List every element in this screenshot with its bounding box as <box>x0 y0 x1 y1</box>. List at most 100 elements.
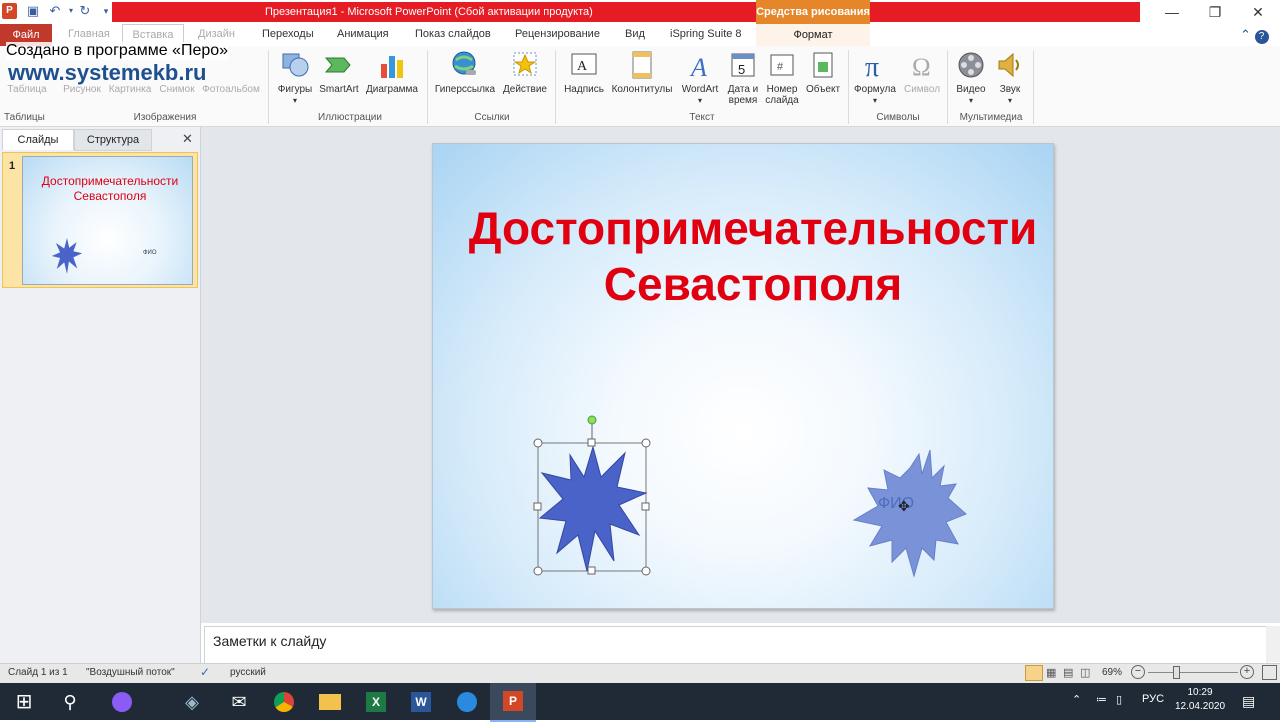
smartart-button[interactable]: SmartArt <box>318 50 360 95</box>
zoom-level[interactable]: 69% <box>1102 667 1122 678</box>
chart-icon <box>381 56 403 78</box>
slide-thumbnail-title: Достопримечательности Севастополя <box>41 174 179 203</box>
language-indicator[interactable]: РУС <box>1142 693 1164 705</box>
watermark-line2: www.systemekb.ru <box>8 60 207 85</box>
svg-text:π: π <box>865 52 879 80</box>
spellcheck-icon[interactable]: ✓ <box>200 665 210 679</box>
group-separator <box>268 50 269 124</box>
selected-star-shape[interactable] <box>530 413 654 578</box>
vpn-app-icon[interactable]: ◈ <box>178 688 206 716</box>
tab-ispring[interactable]: iSpring Suite 8 <box>670 28 742 40</box>
headerfooter-button[interactable]: Колонтитулы <box>608 50 676 95</box>
undo-icon[interactable]: ↶ <box>47 3 63 19</box>
object-button[interactable]: Объект <box>802 50 844 95</box>
search-icon[interactable]: ⚲ <box>56 688 84 716</box>
slide-thumbnail-number: 1 <box>9 160 16 172</box>
hyperlink-globe-icon <box>452 51 476 75</box>
film-reel-icon <box>958 52 984 78</box>
zoom-in-icon[interactable]: + <box>1240 665 1254 679</box>
save-icon[interactable]: ▣ <box>25 3 41 19</box>
tab-view[interactable]: Вид <box>625 28 645 40</box>
textbox-button[interactable]: A Надпись <box>560 50 608 95</box>
group-label-links: Ссылки <box>474 112 510 123</box>
wordart-button[interactable]: A WordArt ▾ <box>676 50 724 106</box>
slide-title[interactable]: Достопримечательности Севастополя <box>433 200 1073 312</box>
object-icon <box>813 52 833 78</box>
redo-icon[interactable]: ↻ <box>77 3 93 19</box>
group-label-images: Изображения <box>133 112 197 123</box>
tab-design[interactable]: Дизайн <box>198 28 235 40</box>
tab-transitions[interactable]: Переходы <box>262 28 314 40</box>
group-label-symbols: Символы <box>876 112 920 123</box>
minimize-button[interactable]: — <box>1152 3 1192 21</box>
zoom-out-icon[interactable]: − <box>1131 665 1145 679</box>
hyperlink-button[interactable]: Гиперссылка <box>432 50 498 95</box>
group-separator <box>555 50 556 124</box>
reading-view-icon[interactable]: ▤ <box>1063 666 1073 679</box>
notes-pane[interactable] <box>204 626 1268 664</box>
status-language[interactable]: русский <box>230 667 266 678</box>
clock-date: 12.04.2020 <box>1174 701 1226 712</box>
file-explorer-icon[interactable] <box>316 688 344 716</box>
slide-title-line2: Севастополя <box>603 258 903 310</box>
slide-thumbnail-fio: ФИО <box>143 250 157 256</box>
symbol-button[interactable]: Ω Символ <box>900 50 944 95</box>
calendar-icon: 5 <box>731 53 755 77</box>
status-slide-info: Слайд 1 из 1 <box>8 667 68 678</box>
tab-slides[interactable]: Слайды <box>2 129 74 150</box>
tab-format[interactable]: Формат <box>756 24 870 46</box>
tab-review[interactable]: Рецензирование <box>515 28 600 40</box>
tray-expand-icon[interactable]: ⌃ <box>1072 693 1081 706</box>
slideshow-view-icon[interactable]: ◫ <box>1080 666 1090 679</box>
svg-text:5: 5 <box>738 62 745 77</box>
group-label-text: Текст <box>689 112 715 123</box>
notifications-icon[interactable]: ▤ <box>1242 693 1255 710</box>
excel-icon[interactable]: X <box>362 688 390 716</box>
tab-animation[interactable]: Анимация <box>337 28 389 40</box>
network-icon[interactable]: ≔ <box>1096 693 1107 706</box>
chart-button[interactable]: Диаграмма <box>362 50 422 95</box>
slide-sorter-icon[interactable]: ▦ <box>1046 666 1056 679</box>
powerpoint-taskbar-icon[interactable]: P <box>490 683 536 722</box>
audio-button[interactable]: Звук ▾ <box>992 50 1028 106</box>
action-button[interactable]: Действие <box>500 50 550 95</box>
slide-number-icon: # <box>770 54 794 76</box>
normal-view-icon[interactable] <box>1025 665 1043 681</box>
tab-home[interactable]: Главная <box>68 28 110 40</box>
datetime-button[interactable]: 5 Дата и время <box>724 50 762 106</box>
help-icon[interactable]: ? <box>1254 30 1269 44</box>
notes-scrollbar[interactable] <box>1266 626 1280 662</box>
clock-time: 10:29 <box>1187 687 1213 698</box>
equation-button[interactable]: π Формула ▾ <box>852 50 898 106</box>
shapes-button[interactable]: Фигуры ▾ <box>274 50 316 106</box>
textbox-icon: A <box>571 53 597 75</box>
smartart-icon <box>324 57 351 73</box>
restore-button[interactable]: ❐ <box>1195 3 1235 21</box>
fio-star-shape[interactable] <box>852 448 968 580</box>
group-separator <box>1033 50 1034 124</box>
group-separator <box>848 50 849 124</box>
zoom-slider-thumb[interactable] <box>1173 666 1180 679</box>
chrome-icon[interactable] <box>270 688 298 716</box>
video-button[interactable]: Видео ▾ <box>952 50 990 106</box>
photoalbum-button[interactable]: Фотоальбом <box>198 84 264 95</box>
word-icon[interactable]: W <box>407 688 435 716</box>
close-panel-icon[interactable]: ✕ <box>182 131 193 147</box>
windows-start-icon[interactable]: ⊞ <box>10 688 38 716</box>
fit-slide-icon[interactable] <box>1262 665 1277 680</box>
pero-app-icon[interactable] <box>453 688 481 716</box>
close-button[interactable]: ✕ <box>1238 3 1278 21</box>
battery-icon[interactable]: ▯ <box>1116 693 1122 706</box>
zoom-slider[interactable] <box>1148 672 1238 673</box>
tab-slideshow[interactable]: Показ слайдов <box>415 28 491 40</box>
status-theme[interactable]: "Воздушный поток" <box>86 667 175 678</box>
alice-assistant-icon[interactable] <box>108 688 136 716</box>
taskbar-clock[interactable]: 10:29 12.04.2020 <box>1172 686 1228 714</box>
group-separator <box>427 50 428 124</box>
group-label-media: Мультимедиа <box>959 112 1023 123</box>
group-label-illustrations: Иллюстрации <box>318 112 382 123</box>
mail-icon[interactable]: ✉ <box>225 688 253 716</box>
ribbon-minimize-and-help-icons[interactable]: ⌃ ? <box>1240 27 1269 44</box>
slidenumber-button[interactable]: # Номер слайда <box>762 50 802 106</box>
tab-outline[interactable]: Структура <box>74 129 152 151</box>
